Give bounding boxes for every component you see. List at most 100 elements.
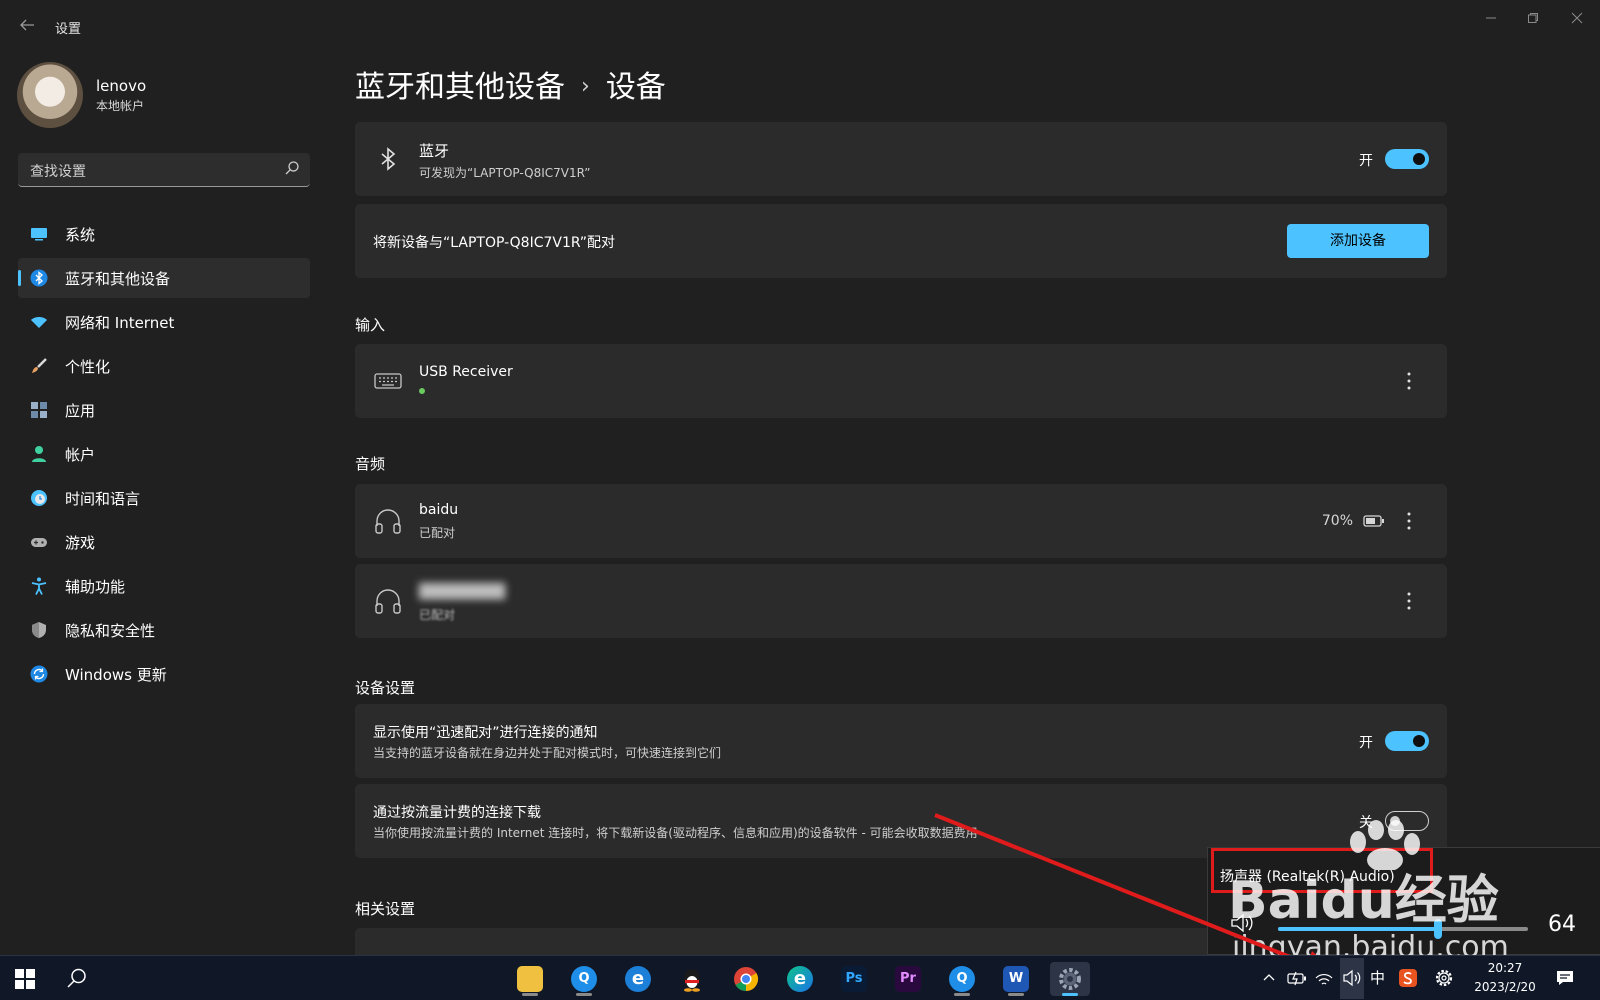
- taskbar-app-file-explorer[interactable]: [510, 962, 550, 996]
- swift-pair-toggle-label: 开: [1359, 735, 1373, 751]
- monitor-icon: [31, 228, 47, 241]
- sidebar-item-personalization[interactable]: 个性化: [18, 346, 310, 386]
- clock-time[interactable]: 20:27: [1470, 961, 1540, 975]
- setting-title: 显示使用“迅速配对”进行连接的通知: [373, 725, 598, 741]
- settings-gear-icon: [1059, 968, 1081, 990]
- sidebar-item-accounts[interactable]: 帐户: [18, 434, 310, 474]
- device-name: USB Receiver: [419, 364, 513, 380]
- notification-icon[interactable]: [1555, 968, 1575, 988]
- device-status: 已配对: [419, 526, 456, 540]
- bluetooth-toggle[interactable]: [1385, 149, 1429, 169]
- bluetooth-toggle-label: 开: [1359, 153, 1373, 169]
- taskbar-app-edge[interactable]: e: [780, 962, 820, 996]
- setting-subtitle: 当你使用按流量计费的 Internet 连接时，将下载新设备(驱动程序、信息和应…: [373, 826, 978, 840]
- edge-icon: e: [787, 966, 813, 992]
- add-device-button[interactable]: 添加设备: [1287, 224, 1429, 258]
- account-type: 本地帐户: [96, 99, 145, 113]
- page-title: 设备: [605, 70, 666, 105]
- speaker-icon[interactable]: [1342, 968, 1362, 988]
- more-options-icon[interactable]: [1397, 509, 1421, 533]
- taskbar-app-qq-browser-2[interactable]: Q: [942, 962, 982, 996]
- sidebar-item-time-language[interactable]: 时间和语言: [18, 478, 310, 518]
- sidebar-item-gaming[interactable]: 游戏: [18, 522, 310, 562]
- search-box[interactable]: 查找设置: [18, 153, 310, 187]
- sidebar-item-label: 蓝牙和其他设备: [65, 270, 171, 288]
- battery-charging-icon[interactable]: [1286, 968, 1308, 988]
- minimize-button[interactable]: [1468, 6, 1514, 34]
- sidebar-item-label: 帐户: [65, 446, 96, 464]
- section-related-title: 相关设置: [355, 900, 416, 918]
- device-name: baidu: [419, 502, 459, 518]
- search-icon[interactable]: [284, 160, 300, 176]
- device-card-baidu[interactable]: baidu 已配对 70%: [355, 484, 1447, 558]
- taskbar-app-settings[interactable]: [1050, 962, 1090, 996]
- avatar[interactable]: [17, 62, 83, 128]
- gear-icon[interactable]: [1434, 968, 1454, 988]
- photoshop-icon: Ps: [841, 966, 867, 992]
- more-options-icon[interactable]: [1397, 369, 1421, 393]
- volume-slider-fill: [1278, 927, 1438, 931]
- sidebar-item-privacy[interactable]: 隐私和安全性: [18, 610, 310, 650]
- speaker-icon[interactable]: [1230, 912, 1256, 934]
- shield-icon: [32, 622, 46, 638]
- running-indicator: [954, 993, 970, 996]
- connected-indicator: [419, 388, 425, 394]
- breadcrumb-separator: ›: [581, 74, 590, 99]
- search-input[interactable]: 查找设置: [30, 161, 86, 181]
- clock-date[interactable]: 2023/2/20: [1465, 980, 1545, 994]
- sidebar-item-label: 应用: [65, 402, 96, 420]
- sidebar-item-windows-update[interactable]: Windows 更新: [18, 654, 310, 694]
- ime-indicator[interactable]: 中: [1370, 967, 1385, 988]
- sidebar-item-label: 时间和语言: [65, 490, 141, 508]
- close-button[interactable]: [1554, 6, 1600, 34]
- taskbar-app-ie[interactable]: e: [618, 962, 658, 996]
- metered-toggle-label: 关: [1359, 815, 1373, 831]
- running-indicator: [522, 993, 538, 996]
- volume-slider-thumb[interactable]: [1434, 919, 1442, 939]
- taskbar-app-qq[interactable]: [672, 962, 712, 996]
- update-icon: [30, 665, 48, 683]
- chevron-up-icon[interactable]: [1262, 968, 1276, 988]
- sidebar-item-accessibility[interactable]: 辅助功能: [18, 566, 310, 606]
- wifi-icon[interactable]: [1314, 968, 1334, 988]
- bluetooth-title: 蓝牙: [419, 142, 450, 160]
- taskbar: Q e e Ps Pr Q W 中 20:27 2023/2/20: [0, 955, 1600, 1000]
- taskbar-app-premiere[interactable]: Pr: [888, 962, 928, 996]
- pair-device-card: 将新设备与“LAPTOP-Q8IC7V1R”配对 添加设备: [355, 204, 1447, 278]
- sogou-ime-icon[interactable]: [1398, 968, 1418, 988]
- keyboard-icon: [374, 373, 402, 389]
- breadcrumb-parent[interactable]: 蓝牙和其他设备: [355, 70, 565, 105]
- sidebar-item-system[interactable]: 系统: [18, 214, 310, 254]
- metered-toggle[interactable]: [1385, 811, 1429, 831]
- volume-slider[interactable]: [1278, 919, 1528, 939]
- premiere-icon: Pr: [895, 966, 921, 992]
- device-card-hidden[interactable]: ████████ 已配对: [355, 564, 1447, 638]
- setting-subtitle: 当支持的蓝牙设备就在身边并处于配对模式时，可快速连接到它们: [373, 746, 722, 760]
- accessibility-icon: [31, 577, 47, 595]
- more-options-icon[interactable]: [1397, 589, 1421, 613]
- gamepad-icon: [31, 538, 47, 547]
- bluetooth-icon: [381, 147, 396, 171]
- minimize-icon: [1486, 17, 1496, 19]
- taskbar-search-icon[interactable]: [66, 967, 88, 989]
- device-card-usb-receiver[interactable]: USB Receiver: [355, 344, 1447, 418]
- chrome-icon: [734, 967, 759, 991]
- swift-pair-toggle[interactable]: [1385, 731, 1429, 751]
- sidebar-item-bluetooth[interactable]: 蓝牙和其他设备: [18, 258, 310, 298]
- running-indicator: [576, 993, 592, 996]
- taskbar-app-photoshop[interactable]: Ps: [834, 962, 874, 996]
- sidebar-item-label: 游戏: [65, 534, 96, 552]
- app-title: 设置: [55, 22, 82, 37]
- sidebar-item-apps[interactable]: 应用: [18, 390, 310, 430]
- windows-start-icon[interactable]: [14, 968, 36, 990]
- taskbar-app-qq-browser[interactable]: Q: [564, 962, 604, 996]
- taskbar-app-chrome[interactable]: [726, 962, 766, 996]
- sidebar: lenovo 本地帐户 查找设置 系统 蓝牙和其他设备 网络和 Internet…: [0, 52, 330, 952]
- running-indicator: [1062, 993, 1078, 996]
- taskbar-app-word[interactable]: W: [996, 962, 1036, 996]
- back-button[interactable]: [18, 16, 38, 36]
- maximize-button[interactable]: [1510, 6, 1556, 34]
- word-icon: W: [1003, 966, 1029, 992]
- sidebar-item-label: Windows 更新: [65, 666, 167, 684]
- sidebar-item-network[interactable]: 网络和 Internet: [18, 302, 310, 342]
